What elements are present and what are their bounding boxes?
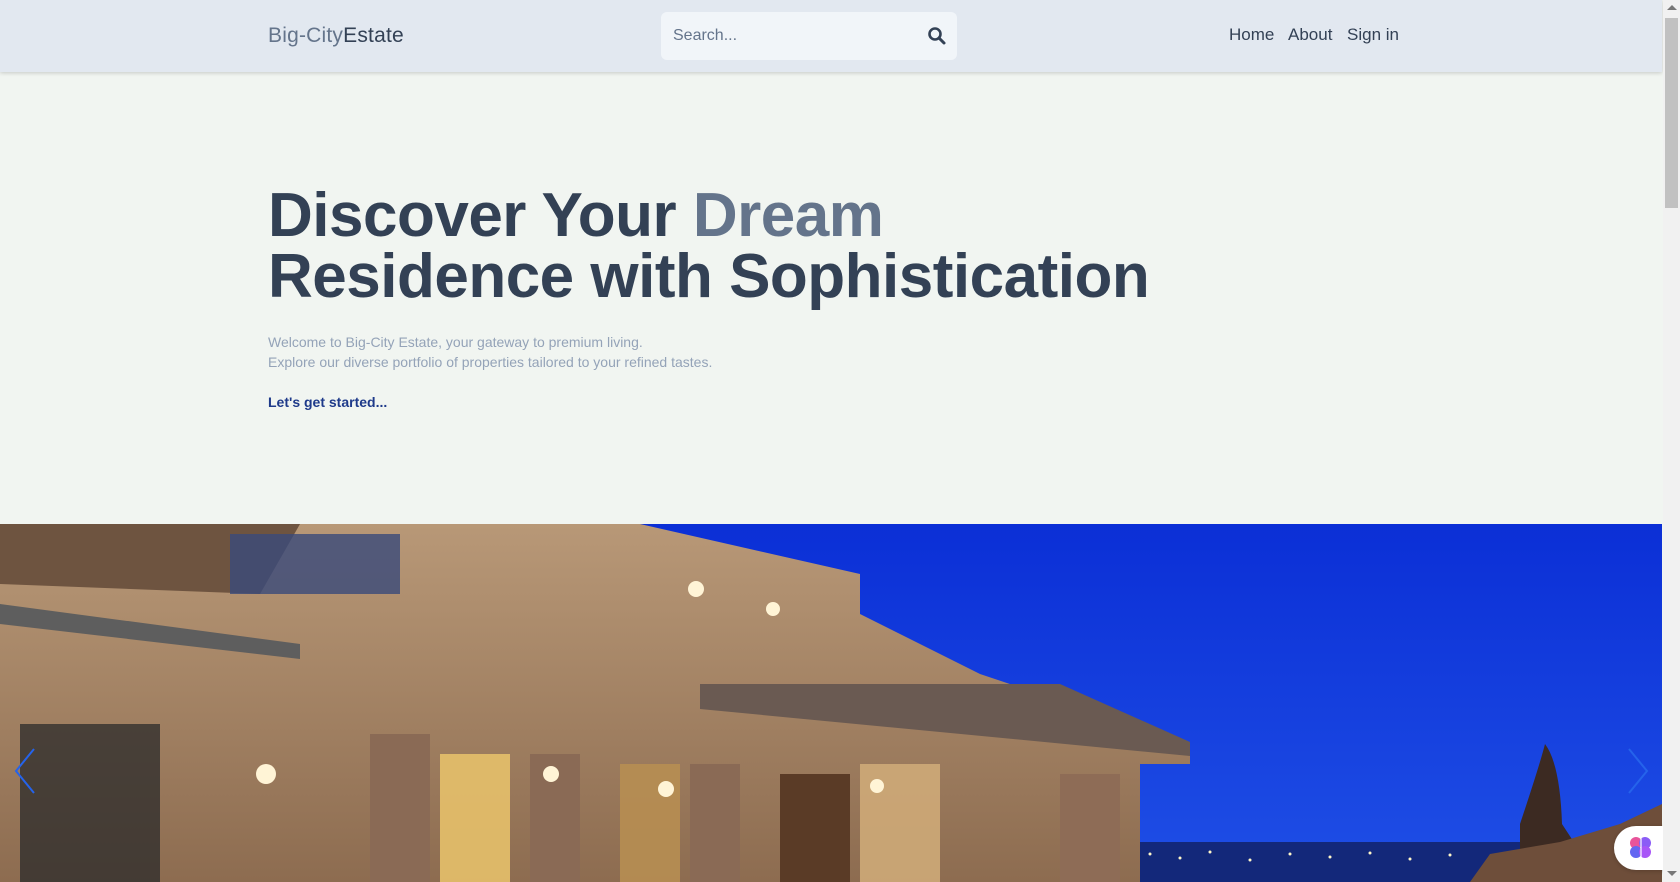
assistant-widget-button[interactable]: [1614, 826, 1668, 870]
search-icon[interactable]: [927, 26, 947, 46]
chevron-right-icon: [1628, 748, 1649, 794]
scroll-thumb[interactable]: [1665, 18, 1678, 208]
house-photo: [0, 524, 1662, 882]
nav-about[interactable]: About: [1288, 25, 1332, 45]
logo-part-1: Big-City: [268, 24, 344, 47]
carousel-next-arrow[interactable]: [1623, 745, 1653, 797]
hero-title-part-1: Discover Your: [268, 181, 693, 250]
hero-subtitle-line-1: Welcome to Big-City Estate, your gateway…: [268, 334, 643, 350]
site-logo[interactable]: Big-CityEstate: [268, 24, 404, 48]
carousel-prev-arrow[interactable]: [10, 745, 40, 797]
hero-subtitle: Welcome to Big-City Estate, your gateway…: [268, 332, 1149, 372]
search-box: [661, 12, 957, 60]
scroll-up-icon[interactable]: [1667, 5, 1677, 10]
brain-icon: [1630, 837, 1651, 859]
nav-home[interactable]: Home: [1229, 25, 1274, 45]
search-input[interactable]: [673, 12, 909, 60]
get-started-link[interactable]: Let's get started...: [268, 394, 387, 410]
logo-part-2: Estate: [343, 24, 404, 47]
hero-title: Discover Your Dream Residence with Sophi…: [268, 185, 1150, 308]
chevron-left-icon: [14, 748, 35, 794]
scroll-down-icon[interactable]: [1667, 871, 1677, 876]
hero-title-accent: Dream: [692, 181, 884, 250]
nav-sign-in[interactable]: Sign in: [1347, 25, 1399, 45]
hero-subtitle-line-2: Explore our diverse portfolio of propert…: [268, 354, 713, 370]
hero-section: Discover Your Dream Residence with Sophi…: [268, 185, 1150, 412]
hero-title-line-2: Residence with Sophistication: [268, 242, 1150, 311]
header-bar: Big-CityEstate Home About Sign in: [0, 0, 1662, 72]
hero-banner-image: [0, 524, 1662, 882]
vertical-scrollbar[interactable]: [1663, 0, 1680, 882]
